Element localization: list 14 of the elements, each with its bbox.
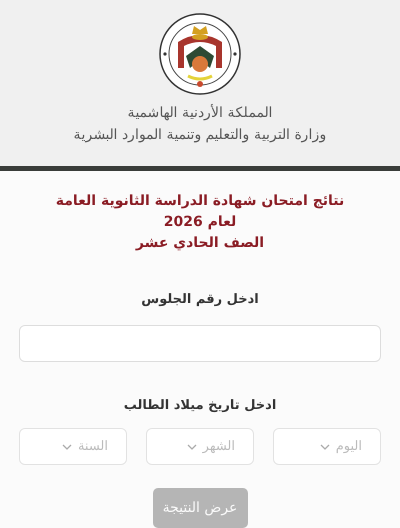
chevron-icon [320,444,330,450]
field-label: ادخل تاريخ ميلاد الطالب [124,398,276,413]
date-select[interactable]: الشهر [146,428,254,465]
chevron-icon [62,444,72,450]
page-title: لعام 2026 [164,213,236,232]
field-label: ادخل رقم الجلوس [141,292,259,307]
chevron-icon [186,444,197,450]
date-select[interactable]: اليوم [273,428,381,465]
kingdom-name: المملكة الأردنية الهاشمية [128,102,272,123]
ministry-name: وزارة التربية والتعليم وتنمية الموارد البشرية [73,126,327,145]
page-title: الصف الحادي عشر [136,234,264,253]
seat-number-field[interactable] [19,325,381,362]
page-title: نتائج امتحان شهادة الدراسة الثانوية العامة [56,192,344,211]
date-select[interactable]: السنة [19,428,127,465]
